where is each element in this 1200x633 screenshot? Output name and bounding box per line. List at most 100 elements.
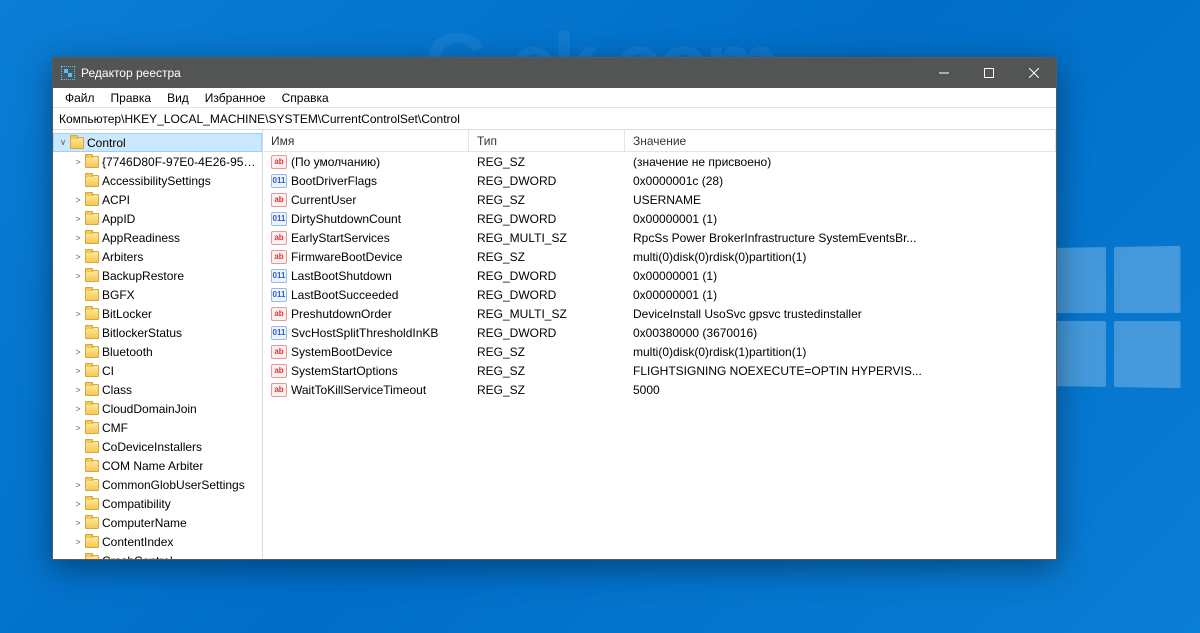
menu-help[interactable]: Справка	[274, 89, 337, 107]
folder-icon	[85, 555, 99, 560]
value-row[interactable]: 011BootDriverFlagsREG_DWORD0x0000001c (2…	[263, 171, 1056, 190]
value-row[interactable]: abEarlyStartServicesREG_MULTI_SZRpcSs Po…	[263, 228, 1056, 247]
value-row[interactable]: 011SvcHostSplitThresholdInKBREG_DWORD0x0…	[263, 323, 1056, 342]
tree-label: Arbiters	[102, 250, 143, 264]
value-type: REG_DWORD	[469, 212, 625, 226]
folder-icon	[85, 270, 99, 282]
content-area: ∨ Control >{7746D80F-97E0-4E26-9543-Acce…	[53, 130, 1056, 559]
value-name: PreshutdownOrder	[291, 307, 392, 321]
values-pane[interactable]: Имя Тип Значение ab(По умолчанию)REG_SZ(…	[263, 130, 1056, 559]
tree-label: Bluetooth	[102, 345, 153, 359]
folder-icon	[70, 137, 84, 149]
value-type: REG_SZ	[469, 155, 625, 169]
menu-file[interactable]: Файл	[57, 89, 103, 107]
expand-icon[interactable]: >	[71, 252, 85, 262]
tree-node[interactable]: > Arbiters	[53, 247, 262, 266]
binary-value-icon: 011	[271, 326, 287, 340]
header-value[interactable]: Значение	[625, 130, 1056, 151]
expand-icon[interactable]: >	[71, 423, 85, 433]
string-value-icon: ab	[271, 155, 287, 169]
binary-value-icon: 011	[271, 288, 287, 302]
header-name[interactable]: Имя	[263, 130, 469, 151]
address-input[interactable]	[59, 112, 1050, 126]
folder-icon	[85, 498, 99, 510]
menubar: Файл Правка Вид Избранное Справка	[53, 88, 1056, 108]
tree-node[interactable]: >ContentIndex	[53, 532, 262, 551]
expand-icon[interactable]: >	[71, 518, 85, 528]
tree-node[interactable]: >Compatibility	[53, 494, 262, 513]
value-name: BootDriverFlags	[291, 174, 377, 188]
menu-view[interactable]: Вид	[159, 89, 197, 107]
expand-icon[interactable]: >	[71, 271, 85, 281]
tree-node[interactable]: COM Name Arbiter	[53, 456, 262, 475]
expand-icon[interactable]: >	[71, 556, 85, 560]
collapse-icon[interactable]: ∨	[56, 137, 70, 148]
value-row[interactable]: 011DirtyShutdownCountREG_DWORD0x00000001…	[263, 209, 1056, 228]
tree-label: CI	[102, 364, 114, 378]
menu-favorites[interactable]: Избранное	[197, 89, 274, 107]
expand-icon[interactable]: >	[71, 404, 85, 414]
tree-node[interactable]: >BitLocker	[53, 304, 262, 323]
value-data: RpcSs Power BrokerInfrastructure SystemE…	[625, 231, 1056, 245]
value-row[interactable]: 011LastBootSucceededREG_DWORD0x00000001 …	[263, 285, 1056, 304]
maximize-button[interactable]	[966, 58, 1011, 88]
tree-node[interactable]: > Bluetooth	[53, 342, 262, 361]
tree-node[interactable]: BGFX	[53, 285, 262, 304]
header-type[interactable]: Тип	[469, 130, 625, 151]
value-row[interactable]: abWaitToKillServiceTimeoutREG_SZ5000	[263, 380, 1056, 399]
expand-icon[interactable]: >	[71, 195, 85, 205]
value-row[interactable]: abPreshutdownOrderREG_MULTI_SZDeviceInst…	[263, 304, 1056, 323]
tree-node[interactable]: BitlockerStatus	[53, 323, 262, 342]
binary-value-icon: 011	[271, 212, 287, 226]
value-type: REG_DWORD	[469, 174, 625, 188]
expand-icon[interactable]: >	[71, 309, 85, 319]
menu-edit[interactable]: Правка	[103, 89, 160, 107]
expand-icon[interactable]: >	[71, 157, 85, 167]
tree-node[interactable]: CoDeviceInstallers	[53, 437, 262, 456]
value-type: REG_MULTI_SZ	[469, 231, 625, 245]
tree-node[interactable]: >ACPI	[53, 190, 262, 209]
tree-label: BackupRestore	[102, 269, 184, 283]
expand-icon[interactable]: >	[71, 233, 85, 243]
string-value-icon: ab	[271, 193, 287, 207]
value-row[interactable]: 011LastBootShutdownREG_DWORD0x00000001 (…	[263, 266, 1056, 285]
tree-node[interactable]: >CommonGlobUserSettings	[53, 475, 262, 494]
tree-node-control[interactable]: ∨ Control	[53, 133, 262, 152]
expand-icon[interactable]: >	[71, 214, 85, 224]
value-name: EarlyStartServices	[291, 231, 390, 245]
value-row[interactable]: abCurrentUserREG_SZUSERNAME	[263, 190, 1056, 209]
tree-node[interactable]: >AppID	[53, 209, 262, 228]
value-row[interactable]: abFirmwareBootDeviceREG_SZmulti(0)disk(0…	[263, 247, 1056, 266]
tree-node[interactable]: >{7746D80F-97E0-4E26-9543-	[53, 152, 262, 171]
expand-icon[interactable]: >	[71, 480, 85, 490]
value-row[interactable]: abSystemBootDeviceREG_SZmulti(0)disk(0)r…	[263, 342, 1056, 361]
minimize-button[interactable]	[921, 58, 966, 88]
tree-node[interactable]: > CI	[53, 361, 262, 380]
folder-icon	[85, 517, 99, 529]
expand-icon[interactable]: >	[71, 499, 85, 509]
tree-pane[interactable]: ∨ Control >{7746D80F-97E0-4E26-9543-Acce…	[53, 130, 263, 559]
tree-node[interactable]: >CloudDomainJoin	[53, 399, 262, 418]
value-type: REG_SZ	[469, 383, 625, 397]
expand-icon[interactable]: >	[71, 347, 85, 357]
value-data: multi(0)disk(0)rdisk(1)partition(1)	[625, 345, 1056, 359]
value-row[interactable]: ab(По умолчанию)REG_SZ(значение не присв…	[263, 152, 1056, 171]
expand-icon[interactable]: >	[71, 385, 85, 395]
expand-icon[interactable]: >	[71, 537, 85, 547]
folder-icon	[85, 403, 99, 415]
titlebar[interactable]: Редактор реестра	[53, 58, 1056, 88]
value-data: 0x00380000 (3670016)	[625, 326, 1056, 340]
value-row[interactable]: abSystemStartOptionsREG_SZ FLIGHTSIGNING…	[263, 361, 1056, 380]
expand-icon[interactable]: >	[71, 366, 85, 376]
tree-node[interactable]: >CrashControl	[53, 551, 262, 559]
tree-node[interactable]: >AppReadiness	[53, 228, 262, 247]
value-type: REG_SZ	[469, 345, 625, 359]
value-name: SystemStartOptions	[291, 364, 398, 378]
tree-node[interactable]: > BackupRestore	[53, 266, 262, 285]
tree-node[interactable]: >Class	[53, 380, 262, 399]
close-button[interactable]	[1011, 58, 1056, 88]
tree-node[interactable]: >CMF	[53, 418, 262, 437]
tree-node[interactable]: >ComputerName	[53, 513, 262, 532]
tree-label: CoDeviceInstallers	[102, 440, 202, 454]
tree-node[interactable]: AccessibilitySettings	[53, 171, 262, 190]
